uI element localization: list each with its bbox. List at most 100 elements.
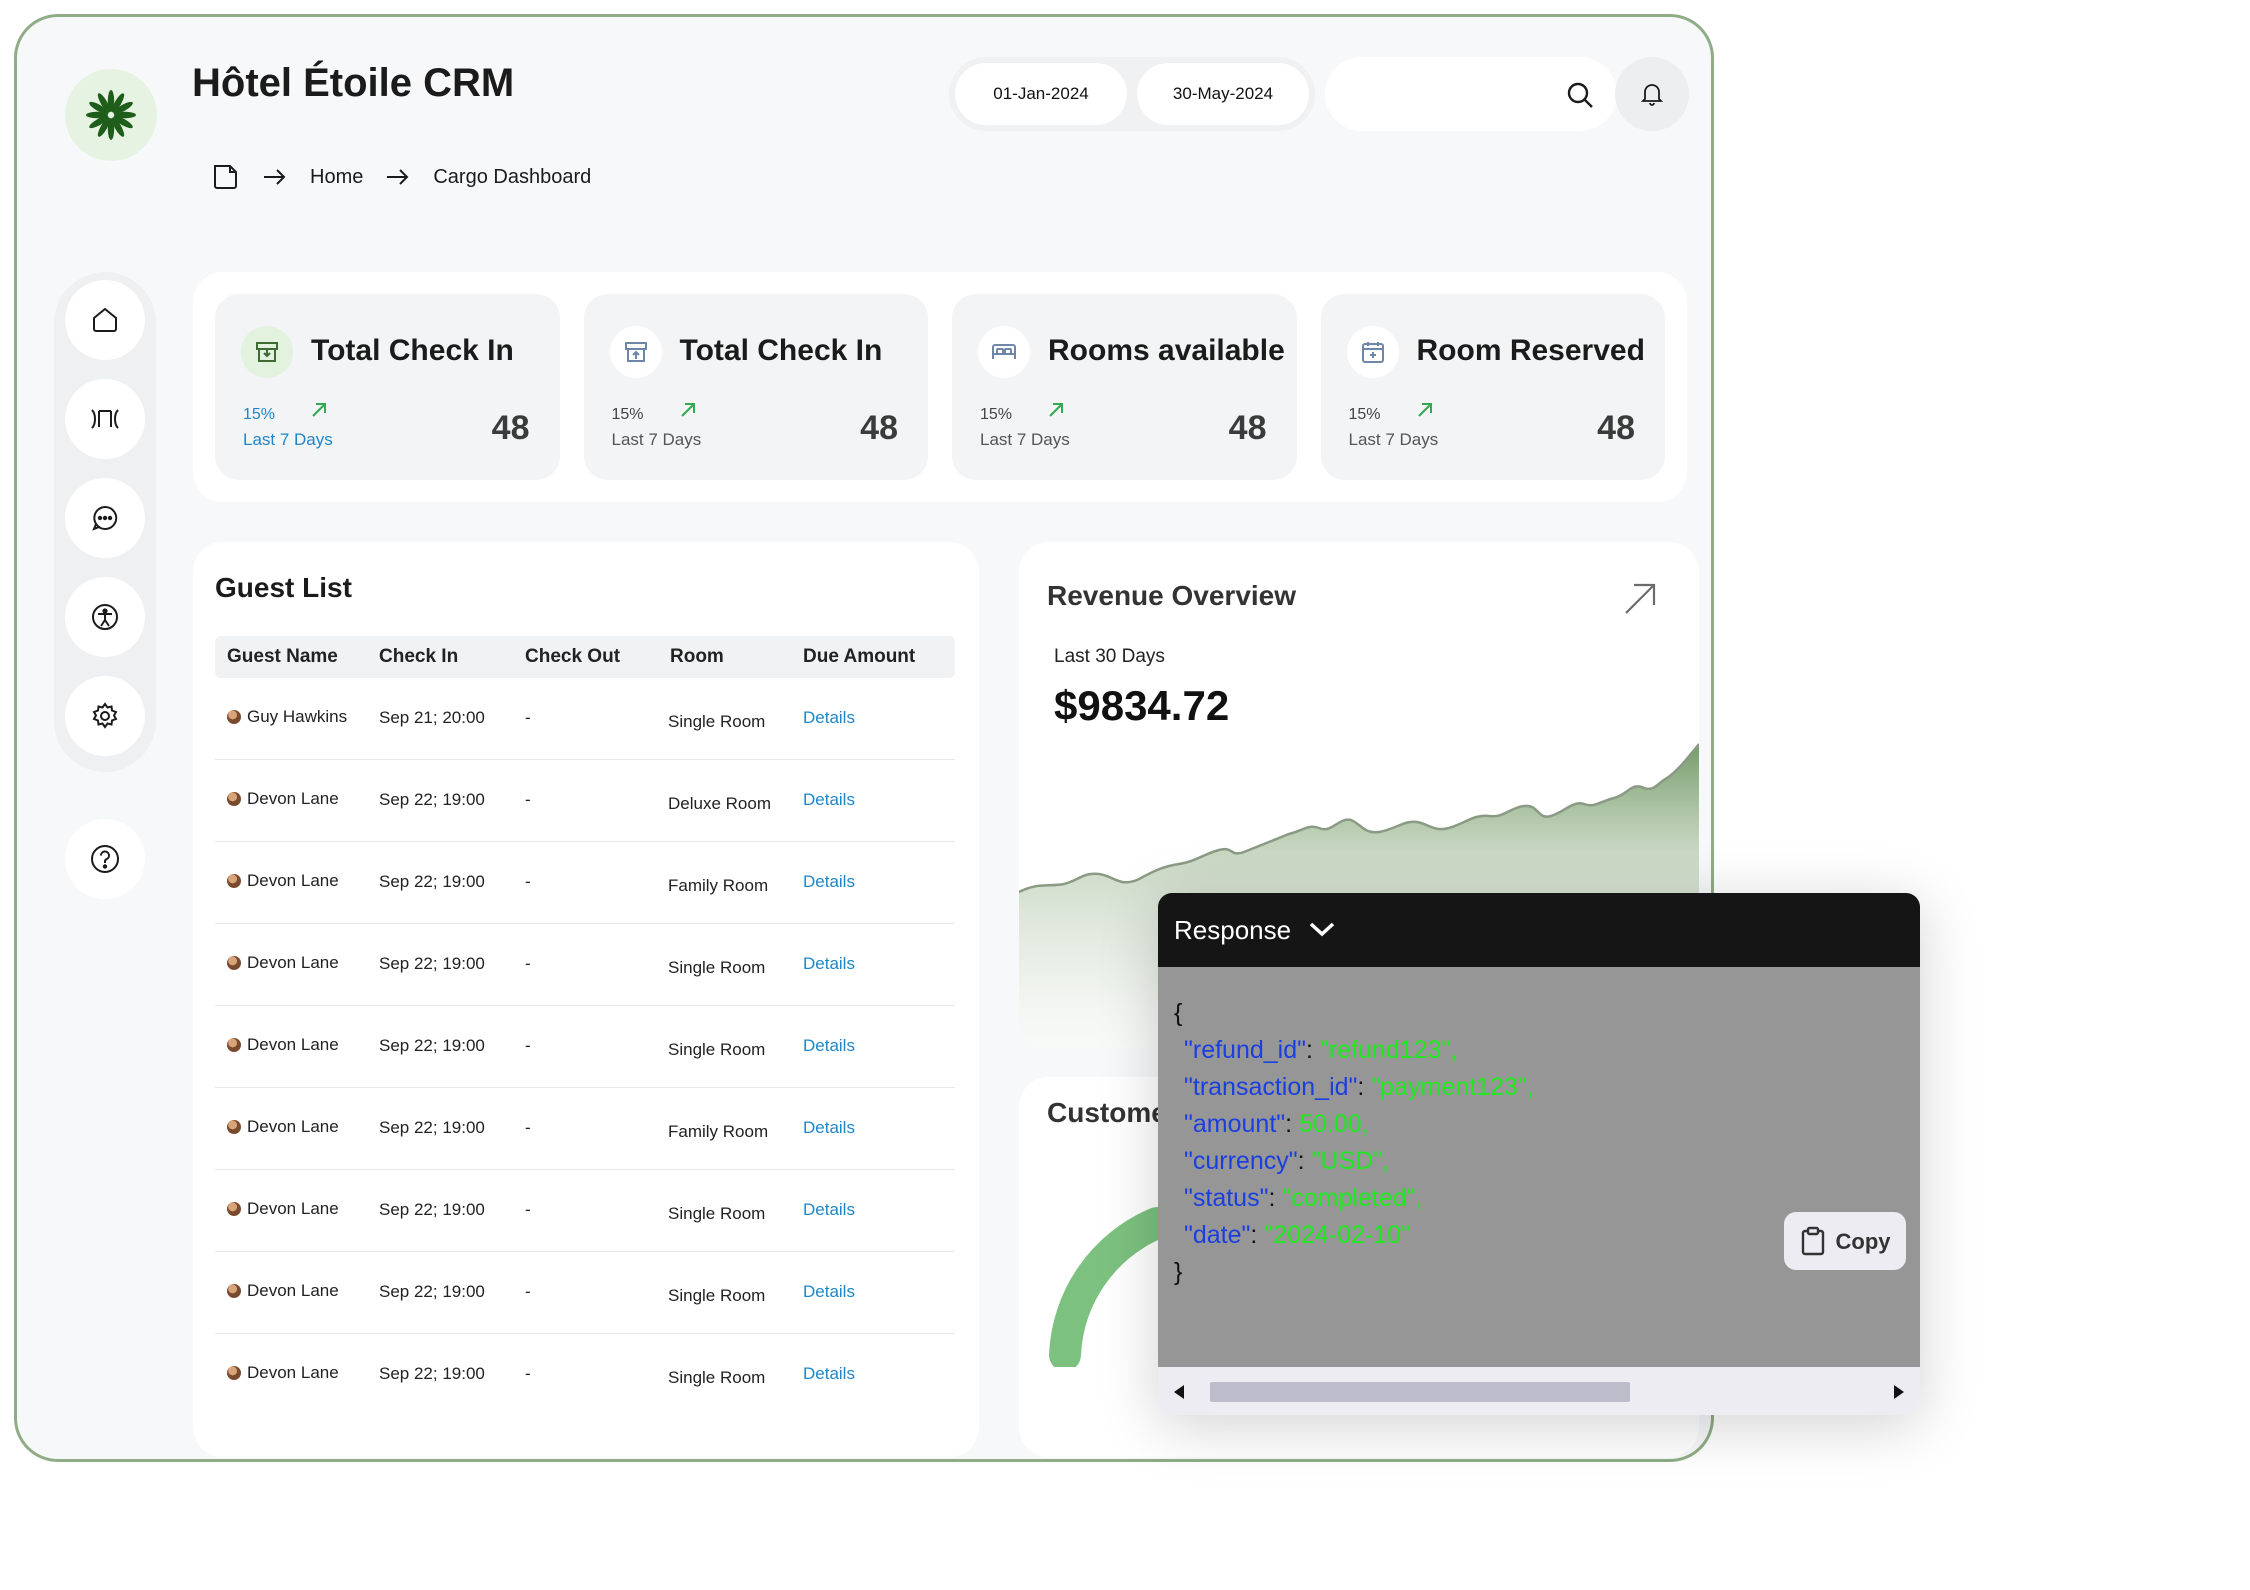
- table-row[interactable]: Devon Lane Sep 22; 19:00 - Family Room Detai…: [215, 842, 955, 924]
- notifications-button[interactable]: [1615, 57, 1689, 131]
- table-row[interactable]: Devon Lane Sep 22; 19:00 - Family Room Detai…: [215, 1088, 955, 1170]
- stat-card-total-check-in[interactable]: Total Check In 15% Last 7 Days 48: [215, 294, 560, 480]
- table-row[interactable]: Guy Hawkins Sep 21; 20:00 - Single Room Deta…: [215, 678, 955, 760]
- chevron-down-icon[interactable]: [1307, 915, 1337, 946]
- trend-up-icon: [311, 402, 327, 423]
- file-icon[interactable]: [210, 162, 240, 192]
- expand-arrow-icon[interactable]: [1623, 582, 1657, 621]
- revenue-period: Last 30 Days: [1054, 646, 1165, 667]
- table-row[interactable]: Devon Lane Sep 22; 19:00 - Single Room Detai…: [215, 1334, 955, 1416]
- json-colon: :: [1250, 1221, 1265, 1249]
- check-in-cell: Sep 22; 19:00: [379, 1118, 485, 1137]
- check-out-cell: -: [525, 954, 531, 973]
- column-header-guest-name[interactable]: Guest Name: [227, 646, 338, 668]
- room-cell: Single Room: [668, 1286, 766, 1305]
- archive-in-icon: [241, 326, 293, 378]
- json-value: "payment123",: [1371, 1073, 1534, 1101]
- table-row[interactable]: Devon Lane Sep 22; 19:00 - Deluxe Room Detai…: [215, 760, 955, 842]
- bed-icon: [978, 326, 1030, 378]
- check-out-cell: -: [525, 1118, 531, 1137]
- check-out-cell: -: [525, 1036, 531, 1055]
- sidebar-item-home[interactable]: [65, 280, 145, 360]
- sidebar-item-rooms[interactable]: [65, 379, 145, 459]
- stat-card-total-check-in-2[interactable]: Total Check In 15% Last 7 Days 48: [583, 294, 928, 480]
- revenue-title: Revenue Overview: [1047, 580, 1297, 611]
- table-row[interactable]: Devon Lane Sep 22; 19:00 - Single Room Detai…: [215, 1252, 955, 1334]
- details-link[interactable]: Details: [803, 1282, 855, 1302]
- guest-name: Devon Lane: [247, 1117, 339, 1136]
- sidebar-item-messages[interactable]: [65, 478, 145, 558]
- response-header[interactable]: Response: [1158, 893, 1920, 967]
- horizontal-scrollbar[interactable]: [1158, 1367, 1920, 1415]
- logo: [65, 69, 157, 161]
- json-value: "USD",: [1311, 1147, 1390, 1175]
- stat-period: Last 7 Days: [1348, 430, 1439, 449]
- json-colon: :: [1285, 1110, 1300, 1138]
- table-row[interactable]: Devon Lane Sep 22; 19:00 - Single Room Detai…: [215, 1006, 955, 1088]
- copy-button[interactable]: Copy: [1784, 1212, 1906, 1270]
- check-out-cell: -: [525, 1364, 531, 1383]
- response-popup: Response { "refund_id": "refund123", "tra…: [1158, 893, 1920, 1415]
- help-button[interactable]: [65, 819, 145, 899]
- guest-name: Devon Lane: [247, 789, 339, 808]
- guest-name: Guy Hawkins: [247, 707, 348, 726]
- flower-logo-icon: [86, 90, 136, 140]
- avatar: [227, 792, 241, 806]
- bell-icon: [1641, 84, 1663, 106]
- scrollbar-thumb[interactable]: [1210, 1382, 1630, 1402]
- room-cell: Single Room: [668, 958, 766, 977]
- copy-label: Copy: [1835, 1228, 1891, 1254]
- json-colon: :: [1268, 1184, 1283, 1212]
- response-code-block: { "refund_id": "refund123", "transaction_…: [1158, 967, 1920, 1367]
- details-link[interactable]: Details: [803, 1118, 855, 1138]
- check-out-cell: -: [525, 1282, 531, 1301]
- guest-name: Devon Lane: [247, 1199, 339, 1218]
- details-link[interactable]: Details: [803, 1036, 855, 1056]
- table-row[interactable]: Devon Lane Sep 22; 19:00 - Single Room Detai…: [215, 924, 955, 1006]
- column-header-due-amount[interactable]: Due Amount: [803, 646, 915, 668]
- stat-card-rooms-available[interactable]: Rooms available 15% Last 7 Days 48: [952, 294, 1297, 480]
- guest-name-cell: Devon Lane: [227, 1117, 339, 1137]
- json-value: "refund123",: [1319, 1036, 1458, 1064]
- home-icon: [93, 307, 117, 332]
- room-cell: Family Room: [668, 1122, 769, 1141]
- json-key: "amount": [1184, 1110, 1286, 1138]
- details-link[interactable]: Details: [803, 1200, 855, 1220]
- trend-up-icon: [1048, 402, 1064, 423]
- table-row[interactable]: Devon Lane Sep 22; 19:00 - Single Room Detai…: [215, 1170, 955, 1252]
- json-colon: :: [1357, 1073, 1372, 1101]
- details-link[interactable]: Details: [803, 708, 855, 728]
- stat-value: 48: [1597, 409, 1635, 447]
- help-icon: [91, 845, 119, 873]
- avatar: [227, 1202, 241, 1216]
- column-header-check-in[interactable]: Check In: [379, 646, 458, 668]
- details-link[interactable]: Details: [803, 954, 855, 974]
- details-link[interactable]: Details: [803, 1364, 855, 1384]
- revenue-amount: $9834.72: [1054, 682, 1230, 729]
- start-date-button[interactable]: 01-Jan-2024: [955, 63, 1127, 125]
- details-link[interactable]: Details: [803, 790, 855, 810]
- json-key: "transaction_id": [1184, 1073, 1358, 1101]
- search-icon[interactable]: [1566, 81, 1594, 114]
- stats-panel: Total Check In 15% Last 7 Days 48 Total …: [193, 272, 1687, 502]
- guest-name-cell: Devon Lane: [227, 871, 339, 891]
- guest-name-cell: Devon Lane: [227, 1035, 339, 1055]
- avatar: [227, 1366, 241, 1380]
- code-line: "currency": "USD",: [1174, 1143, 1920, 1180]
- trend-up-icon: [1417, 402, 1433, 423]
- check-out-cell: -: [525, 872, 531, 891]
- details-link[interactable]: Details: [803, 872, 855, 892]
- guest-name-cell: Devon Lane: [227, 1363, 339, 1383]
- stat-card-room-reserved[interactable]: Room Reserved 15% Last 7 Days 48: [1320, 294, 1665, 480]
- end-date-button[interactable]: 30-May-2024: [1137, 63, 1309, 125]
- column-header-check-out[interactable]: Check Out: [525, 646, 620, 668]
- sidebar-item-accessibility[interactable]: [65, 577, 145, 657]
- scroll-left-icon[interactable]: [1172, 1383, 1186, 1401]
- breadcrumb-home-link[interactable]: Home: [310, 166, 363, 189]
- guest-name-cell: Guy Hawkins: [227, 707, 347, 727]
- scroll-right-icon[interactable]: [1892, 1383, 1906, 1401]
- stat-value: 48: [860, 409, 898, 447]
- breadcrumb: Home Cargo Dashboard: [210, 157, 591, 197]
- column-header-room[interactable]: Room: [670, 646, 724, 668]
- sidebar-item-settings[interactable]: [65, 676, 145, 756]
